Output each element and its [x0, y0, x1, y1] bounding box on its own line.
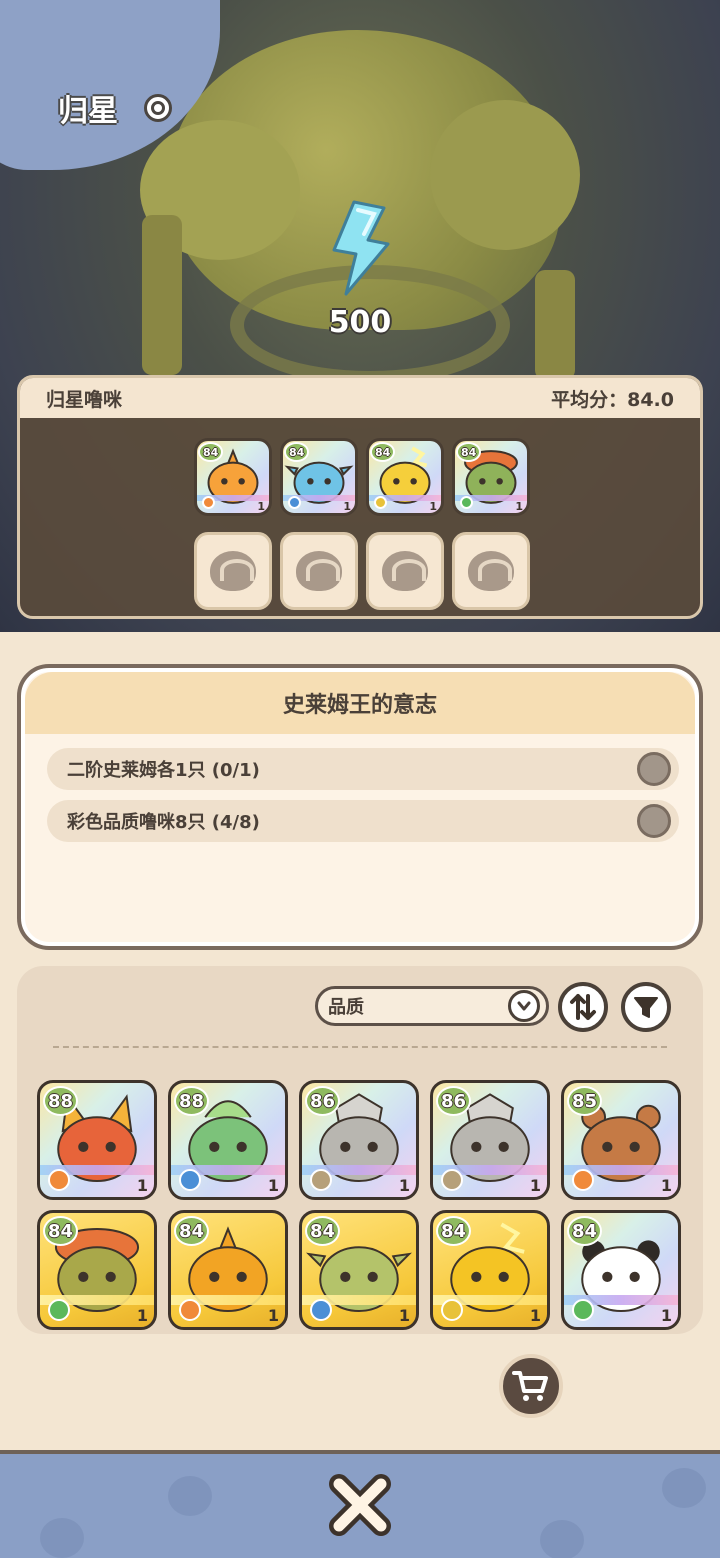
creature-card[interactable]: 86 1 [430, 1080, 550, 1200]
level-badge: 84 [43, 1216, 79, 1246]
condition-status-indicator [637, 752, 671, 786]
star-count: 1 [529, 1176, 541, 1195]
sort-order-button[interactable] [558, 982, 608, 1032]
level-badge: 84 [436, 1216, 472, 1246]
star-count: 1 [529, 1306, 541, 1325]
creature-card[interactable]: 84 1 [299, 1210, 419, 1330]
level-badge: 86 [305, 1086, 341, 1116]
star-count: 1 [267, 1176, 279, 1195]
cart-icon [512, 1371, 548, 1401]
team-slot-1[interactable]: 84 1 [194, 438, 272, 516]
paw-print-decoration [662, 1468, 706, 1508]
star-count: 1 [429, 500, 437, 513]
mission-condition: 二阶史莱姆各1只 (0/1) [47, 748, 679, 790]
mission-condition-text: 二阶史莱姆各1只 (0/1) [67, 760, 260, 781]
fire-element-icon [202, 496, 215, 509]
divider [53, 1046, 667, 1048]
star-count: 1 [136, 1306, 148, 1325]
grass-element-icon [572, 1299, 594, 1321]
thunder-element-icon [441, 1299, 463, 1321]
close-button[interactable] [325, 1470, 395, 1540]
sort-dropdown-value: 品质 [328, 997, 364, 1018]
filter-button[interactable] [621, 982, 671, 1032]
mission-condition: 彩色品质噜咪8只 (4/8) [47, 800, 679, 842]
condition-status-indicator [637, 804, 671, 838]
close-icon [329, 1474, 391, 1536]
creature-card-grid: 88 1 88 1 86 1 86 1 85 1 84 1 84 1 84 1 84 1 84 1 [37, 1080, 681, 1330]
star-count: 1 [515, 500, 523, 513]
creature-card[interactable]: 84 1 [37, 1210, 157, 1330]
team-slot-grid: 84 1 84 1 84 1 84 1 [194, 438, 530, 610]
level-badge: 84 [305, 1216, 341, 1246]
empty-slot-icon [296, 551, 342, 591]
sort-order-icon [570, 994, 596, 1020]
energy-value: 500 [328, 305, 392, 340]
collection-panel: 品质 88 1 88 1 86 1 86 1 85 1 84 1 84 1 84 1 84 1 84 1 [17, 966, 703, 1334]
mission-panel: 史莱姆王的意志 二阶史莱姆各1只 (0/1) 彩色品质噜咪8只 (4/8) [17, 664, 703, 950]
star-count: 1 [660, 1176, 672, 1195]
creature-card[interactable]: 84 1 [168, 1210, 288, 1330]
fire-element-icon [572, 1169, 594, 1191]
star-count: 1 [398, 1306, 410, 1325]
filter-icon [634, 997, 658, 1018]
rock-element-icon [310, 1169, 332, 1191]
team-slot-4[interactable]: 84 1 [452, 438, 530, 516]
team-slot-2[interactable]: 84 1 [280, 438, 358, 516]
creature-card[interactable]: 86 1 [299, 1080, 419, 1200]
paw-print-decoration [40, 1518, 84, 1558]
empty-slot-icon [468, 551, 514, 591]
tree-foliage [430, 100, 580, 250]
stone-pillar [142, 215, 182, 375]
rock-element-icon [441, 1169, 463, 1191]
level-badge: 88 [43, 1086, 79, 1116]
level-badge: 84 [174, 1216, 210, 1246]
paw-print-decoration [540, 1520, 584, 1558]
star-count: 1 [136, 1176, 148, 1195]
team-slot-3[interactable]: 84 1 [366, 438, 444, 516]
level-badge: 86 [436, 1086, 472, 1116]
star-count: 1 [343, 500, 351, 513]
creature-card[interactable]: 84 1 [561, 1210, 681, 1330]
star-count: 1 [398, 1176, 410, 1195]
level-badge: 88 [174, 1086, 210, 1116]
average-score: 平均分：84.0 [551, 388, 674, 411]
empty-slot-icon [210, 551, 256, 591]
info-icon[interactable] [144, 94, 172, 122]
star-count: 1 [267, 1306, 279, 1325]
water-element-icon [310, 1299, 332, 1321]
team-header: 归星噜咪 平均分：84.0 [20, 378, 700, 418]
fire-element-icon [179, 1299, 201, 1321]
water-element-icon [288, 496, 301, 509]
empty-team-slot[interactable] [194, 532, 272, 610]
star-count: 1 [257, 500, 265, 513]
fire-element-icon [48, 1169, 70, 1191]
sort-dropdown[interactable]: 品质 [315, 986, 549, 1026]
creature-card[interactable]: 88 1 [168, 1080, 288, 1200]
grass-element-icon [48, 1299, 70, 1321]
shop-button[interactable] [499, 1354, 563, 1418]
thunder-element-icon [374, 496, 387, 509]
creature-card[interactable]: 84 1 [430, 1210, 550, 1330]
level-badge: 85 [567, 1086, 603, 1116]
level-badge: 84 [567, 1216, 603, 1246]
empty-team-slot[interactable] [366, 532, 444, 610]
mission-title: 史莱姆王的意志 [282, 693, 437, 718]
creature-card[interactable]: 85 1 [561, 1080, 681, 1200]
grass-element-icon [460, 496, 473, 509]
paw-print-decoration [168, 1476, 212, 1516]
chevron-down-icon [508, 990, 540, 1022]
star-count: 1 [660, 1306, 672, 1325]
lightning-crystal-icon [332, 200, 390, 296]
team-name: 归星噜咪 [46, 388, 123, 411]
empty-slot-icon [382, 551, 428, 591]
empty-team-slot[interactable] [452, 532, 530, 610]
water-element-icon [179, 1169, 201, 1191]
page-title: 归星 [58, 94, 118, 129]
mission-condition-text: 彩色品质噜咪8只 (4/8) [67, 812, 260, 833]
team-panel: 归星噜咪 平均分：84.0 84 1 84 1 84 1 84 1 [17, 375, 703, 619]
mission-title-bar: 史莱姆王的意志 [25, 672, 695, 734]
creature-card[interactable]: 88 1 [37, 1080, 157, 1200]
empty-team-slot[interactable] [280, 532, 358, 610]
